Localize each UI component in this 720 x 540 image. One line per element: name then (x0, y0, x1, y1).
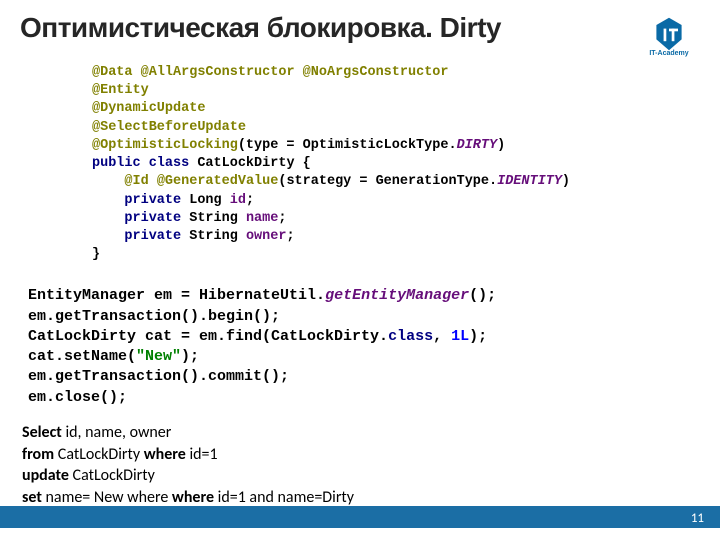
logo: IT-Academy (646, 16, 692, 62)
slide-title: Оптимистическая блокировка. Dirty (0, 0, 720, 44)
sql-output: Select id, name, owner from CatLockDirty… (22, 422, 720, 508)
code-block-usage: EntityManager em = HibernateUtil.getEnti… (28, 286, 720, 408)
code-block-java-class: @Data @AllArgsConstructor @NoArgsConstru… (92, 64, 720, 264)
page-number: 11 (691, 511, 704, 526)
logo-text: IT-Academy (649, 50, 688, 57)
logo-icon (651, 16, 687, 52)
footer-bar (0, 506, 720, 528)
